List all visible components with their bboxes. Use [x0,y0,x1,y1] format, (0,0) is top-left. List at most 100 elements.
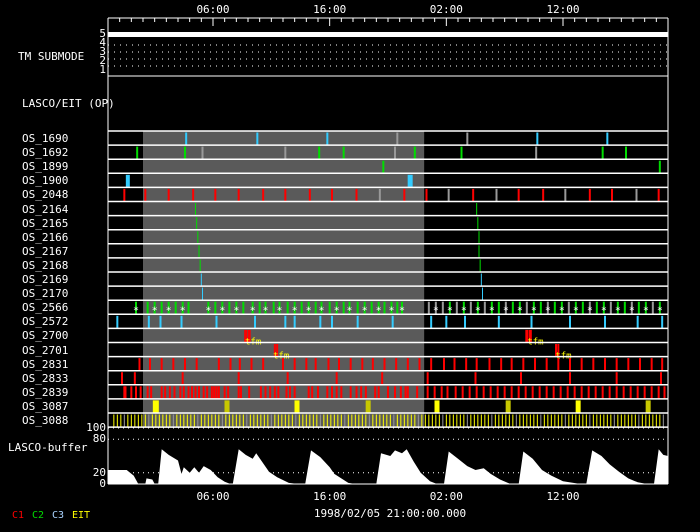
event-mark [256,414,258,427]
event-mark [421,414,423,427]
event-mark [305,358,308,371]
event-mark [505,414,507,427]
row-label-os_2566: OS_2566 [22,301,69,315]
event-mark [595,301,598,314]
event-mark [515,414,517,427]
event-mark [235,414,237,427]
event-mark [196,217,198,230]
event-mark [534,358,536,371]
event-mark [582,414,584,427]
event-mark [482,287,483,300]
event-mark [181,372,184,385]
event-mark [569,358,571,371]
event-mark [394,386,396,399]
event-mark [460,146,463,159]
legend-c1: C1 [12,510,25,521]
event-mark [608,386,611,399]
event-mark [335,372,338,385]
event-mark [263,414,265,427]
event-mark [187,301,190,314]
event-mark [399,386,402,399]
tm-submode-bar [108,32,668,37]
bottom-tick-label: 02:00 [429,490,463,503]
event-mark [264,386,267,399]
event-mark [289,386,291,399]
event-mark [662,414,664,427]
event-mark [374,386,377,399]
event-mark [540,414,542,427]
event-mark [338,358,340,371]
event-mark [246,414,248,427]
event-mark [146,386,149,399]
event-mark [564,188,567,201]
event-mark [326,386,329,399]
event-mark [456,414,458,427]
event-mark [180,315,183,328]
event-mark [627,414,629,427]
event-mark [484,414,486,427]
event-mark [606,132,609,145]
event-mark [248,386,251,399]
event-mark [355,188,358,201]
event-mark [569,315,571,328]
event-mark [173,386,176,399]
event-mark [635,188,638,201]
event-mark [116,414,118,427]
op-label: LASCO/EIT (OP) [22,97,115,110]
event-mark [447,188,450,201]
event-mark [473,414,475,427]
event-mark [512,414,514,427]
event-mark [615,386,618,399]
event-mark [553,301,556,314]
event-mark [525,301,528,314]
event-mark [295,414,297,427]
event-mark [441,301,444,314]
event-mark [199,259,201,272]
event-mark [383,301,386,314]
row-label-os_1692: OS_1692 [22,146,69,160]
event-mark [309,414,311,427]
event-mark [438,414,440,427]
event-mark [195,358,198,371]
event-mark [349,386,352,399]
event-mark [396,132,399,145]
event-mark [487,414,489,427]
event-mark [368,414,370,427]
event-mark [519,414,521,427]
event-mark [624,414,626,427]
event-mark [524,386,527,399]
event-mark [545,358,548,371]
row-label-os_2169: OS_2169 [22,273,69,286]
event-mark [165,414,167,427]
event-mark [391,315,394,328]
event-mark [381,372,384,385]
event-mark [564,414,566,427]
event-mark [227,386,230,399]
row-label-os_2170: OS_2170 [22,287,69,301]
event-mark [400,414,402,427]
event-mark [661,315,664,328]
event-mark [250,358,253,371]
event-mark [526,414,528,427]
event-mark [316,414,318,427]
event-mark [430,315,433,328]
event-mark [658,160,661,173]
event-mark [284,414,286,427]
event-mark [221,414,223,427]
event-mark [123,414,125,427]
event-mark [323,414,325,427]
event-mark [418,358,421,371]
event-mark [474,372,477,385]
event-mark [547,414,549,427]
event-mark [211,414,213,427]
event-mark [383,358,386,371]
event-mark [194,386,197,399]
event-mark [351,414,353,427]
event-mark [645,400,651,413]
event-mark [314,301,317,314]
event-mark [286,301,289,314]
event-mark [592,358,595,371]
event-mark [150,386,153,399]
row-label-os_2048: OS_2048 [22,188,69,202]
event-mark [403,188,406,201]
